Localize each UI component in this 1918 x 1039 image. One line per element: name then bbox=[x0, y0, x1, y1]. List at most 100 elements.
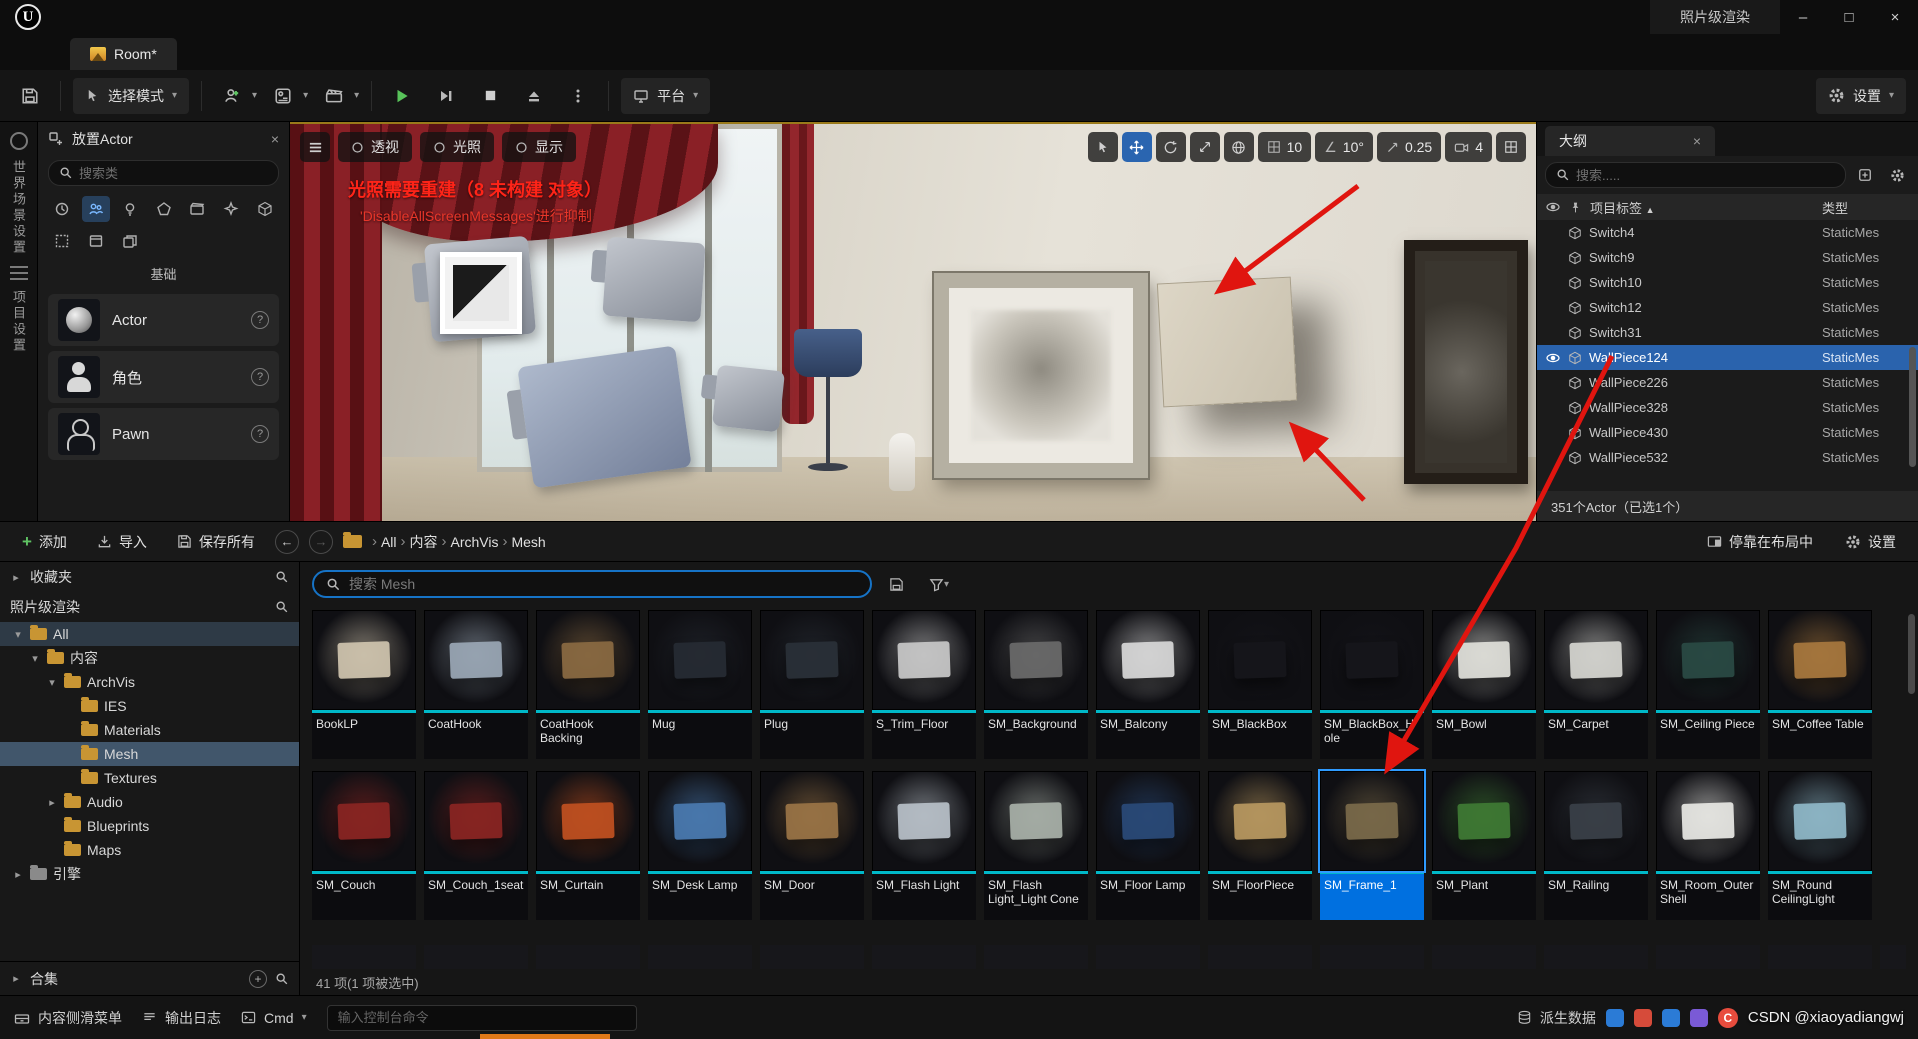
outliner-row[interactable]: WallPiece124 StaticMes bbox=[1537, 345, 1918, 370]
eject-button[interactable] bbox=[516, 78, 552, 114]
add-collection-icon[interactable]: + bbox=[249, 970, 267, 988]
scale-tool-icon[interactable] bbox=[1190, 132, 1220, 162]
asset-search[interactable] bbox=[312, 570, 872, 598]
place-search[interactable] bbox=[48, 160, 279, 186]
viewport-mode-button[interactable]: 透视 bbox=[338, 132, 412, 162]
grid-snap-control[interactable]: 10 bbox=[1258, 132, 1312, 162]
asset-tile[interactable]: SM_Couch bbox=[312, 771, 416, 920]
back-icon[interactable]: ← bbox=[275, 530, 299, 554]
expand-arrow-icon[interactable]: ▾ bbox=[12, 628, 24, 641]
asset-tile[interactable]: SM_Plant bbox=[1432, 771, 1536, 920]
recent-category-icon[interactable] bbox=[48, 196, 76, 222]
folder-tree-item[interactable]: Textures bbox=[0, 766, 299, 790]
save-button[interactable] bbox=[12, 78, 48, 114]
status-tray-icon[interactable] bbox=[1690, 1009, 1708, 1027]
outliner-row[interactable]: Switch9 StaticMes bbox=[1537, 245, 1918, 270]
help-icon[interactable]: ? bbox=[251, 425, 269, 443]
menu-item[interactable] bbox=[112, 0, 140, 34]
outliner-row[interactable]: WallPiece328 StaticMes bbox=[1537, 395, 1918, 420]
placeable-actor-item[interactable]: 角色 ? bbox=[48, 351, 279, 403]
folder-tree-item[interactable]: Mesh bbox=[0, 742, 299, 766]
maximize-button[interactable]: □ bbox=[1826, 0, 1872, 34]
breadcrumb-item[interactable]: › 内容 bbox=[401, 532, 438, 552]
asset-tile[interactable]: SM_Couch_1seat bbox=[424, 771, 528, 920]
settings-dropdown[interactable]: 设置 ▾ bbox=[1816, 78, 1906, 114]
folder-tree-item[interactable]: ▸ 引擎 bbox=[0, 862, 299, 886]
forward-icon[interactable]: → bbox=[309, 530, 333, 554]
asset-tile[interactable]: S_Trim_Floor bbox=[872, 610, 976, 759]
menu-item[interactable] bbox=[140, 0, 168, 34]
derived-data-button[interactable]: 派生数据 bbox=[1517, 1008, 1596, 1028]
asset-tile[interactable]: SM_Ceiling Piece bbox=[1656, 610, 1760, 759]
close-button[interactable]: × bbox=[1872, 0, 1918, 34]
blueprints-button[interactable] bbox=[265, 78, 301, 114]
asset-tile[interactable]: SM_Balcony bbox=[1096, 610, 1200, 759]
breadcrumb-item[interactable]: › Mesh bbox=[502, 533, 545, 550]
add-actor-button[interactable] bbox=[214, 78, 250, 114]
menu-item[interactable] bbox=[224, 0, 252, 34]
asset-tile[interactable]: SM_Carpet bbox=[1544, 610, 1648, 759]
shapes-category-icon[interactable] bbox=[150, 196, 178, 222]
breadcrumb-item[interactable]: › All bbox=[372, 533, 397, 550]
asset-tile[interactable]: SM_BlackBox bbox=[1208, 610, 1312, 759]
outliner-search[interactable] bbox=[1545, 162, 1846, 188]
outliner-scrollbar[interactable] bbox=[1909, 347, 1916, 467]
stop-button[interactable] bbox=[472, 78, 508, 114]
outliner-row[interactable]: Switch12 StaticMes bbox=[1537, 295, 1918, 320]
eye-icon[interactable] bbox=[1545, 199, 1561, 215]
asset-tile[interactable]: SM_Flash Light_Light Cone bbox=[984, 771, 1088, 920]
rotation-snap-control[interactable]: ∠ 10° bbox=[1315, 132, 1373, 162]
folder-tree-item[interactable]: Blueprints bbox=[0, 814, 299, 838]
play-button[interactable] bbox=[384, 78, 420, 114]
dock-in-layout-button[interactable]: 停靠在布局中 bbox=[1697, 527, 1823, 557]
filter-icon[interactable]: ▾ bbox=[920, 570, 958, 598]
asset-tile[interactable]: SM_Round CeilingLight bbox=[1768, 771, 1872, 920]
status-tray-icon[interactable] bbox=[1634, 1009, 1652, 1027]
search-icon[interactable] bbox=[275, 570, 289, 584]
viewport-mode-button[interactable]: 光照 bbox=[420, 132, 494, 162]
placeable-actor-item[interactable]: Actor ? bbox=[48, 294, 279, 346]
asset-tile[interactable]: SM_Frame_1 bbox=[1320, 771, 1424, 920]
rotate-tool-icon[interactable] bbox=[1156, 132, 1186, 162]
folder-tree-item[interactable]: ▾ All bbox=[0, 622, 299, 646]
folder-tree-item[interactable]: ▾ 内容 bbox=[0, 646, 299, 670]
placeable-actor-item[interactable]: Pawn ? bbox=[48, 408, 279, 460]
save-search-icon[interactable] bbox=[882, 570, 910, 598]
basic-category-icon[interactable] bbox=[82, 196, 110, 222]
viewport-layout-icon[interactable] bbox=[1496, 132, 1526, 162]
expand-arrow-icon[interactable]: ▾ bbox=[29, 652, 41, 665]
move-tool-icon[interactable] bbox=[1122, 132, 1152, 162]
world-settings-icon[interactable] bbox=[10, 132, 28, 150]
folder-tree-item[interactable]: Maps bbox=[0, 838, 299, 862]
cmd-dropdown[interactable]: Cmd ▾ bbox=[241, 1010, 307, 1026]
frame-skip-button[interactable] bbox=[428, 78, 464, 114]
collections-section[interactable]: ▸ 合集 + bbox=[0, 961, 299, 995]
folder-tree-item[interactable]: ▸ Audio bbox=[0, 790, 299, 814]
asset-tile[interactable]: SM_Room_OuterShell bbox=[1656, 771, 1760, 920]
search-icon[interactable] bbox=[275, 600, 289, 614]
outliner-row[interactable]: Switch31 StaticMes bbox=[1537, 320, 1918, 345]
help-icon[interactable]: ? bbox=[251, 368, 269, 386]
level-viewport[interactable]: 透视 光照 显示 bbox=[290, 122, 1536, 521]
outliner-search-input[interactable] bbox=[1576, 168, 1835, 183]
secondary-window-title[interactable]: 照片级渲染 bbox=[1650, 0, 1780, 34]
asset-tile[interactable]: SM_Floor Lamp bbox=[1096, 771, 1200, 920]
play-options-dots[interactable] bbox=[560, 78, 596, 114]
visibility-eye-icon[interactable] bbox=[1545, 350, 1561, 366]
console-command-input[interactable] bbox=[327, 1005, 637, 1031]
pin-icon[interactable] bbox=[1569, 201, 1582, 214]
tab-world-settings[interactable]: 世界场景设置 bbox=[9, 160, 28, 256]
folder-tree-item[interactable]: IES bbox=[0, 694, 299, 718]
asset-search-input[interactable] bbox=[349, 576, 858, 592]
platforms-dropdown[interactable]: 平台 ▾ bbox=[621, 78, 710, 114]
volumes-category-icon[interactable] bbox=[48, 228, 76, 254]
ui-category-icon[interactable] bbox=[82, 228, 110, 254]
status-tray-icon[interactable] bbox=[1606, 1009, 1624, 1027]
asset-tile[interactable]: SM_FloorPiece bbox=[1208, 771, 1312, 920]
cinematics-chevron[interactable]: ▾ bbox=[354, 90, 359, 101]
minimize-button[interactable]: – bbox=[1780, 0, 1826, 34]
add-button[interactable]: + 添加 bbox=[12, 527, 77, 557]
lights-category-icon[interactable] bbox=[116, 196, 144, 222]
asset-tile[interactable]: CoatHook bbox=[424, 610, 528, 759]
menu-item[interactable] bbox=[56, 0, 84, 34]
